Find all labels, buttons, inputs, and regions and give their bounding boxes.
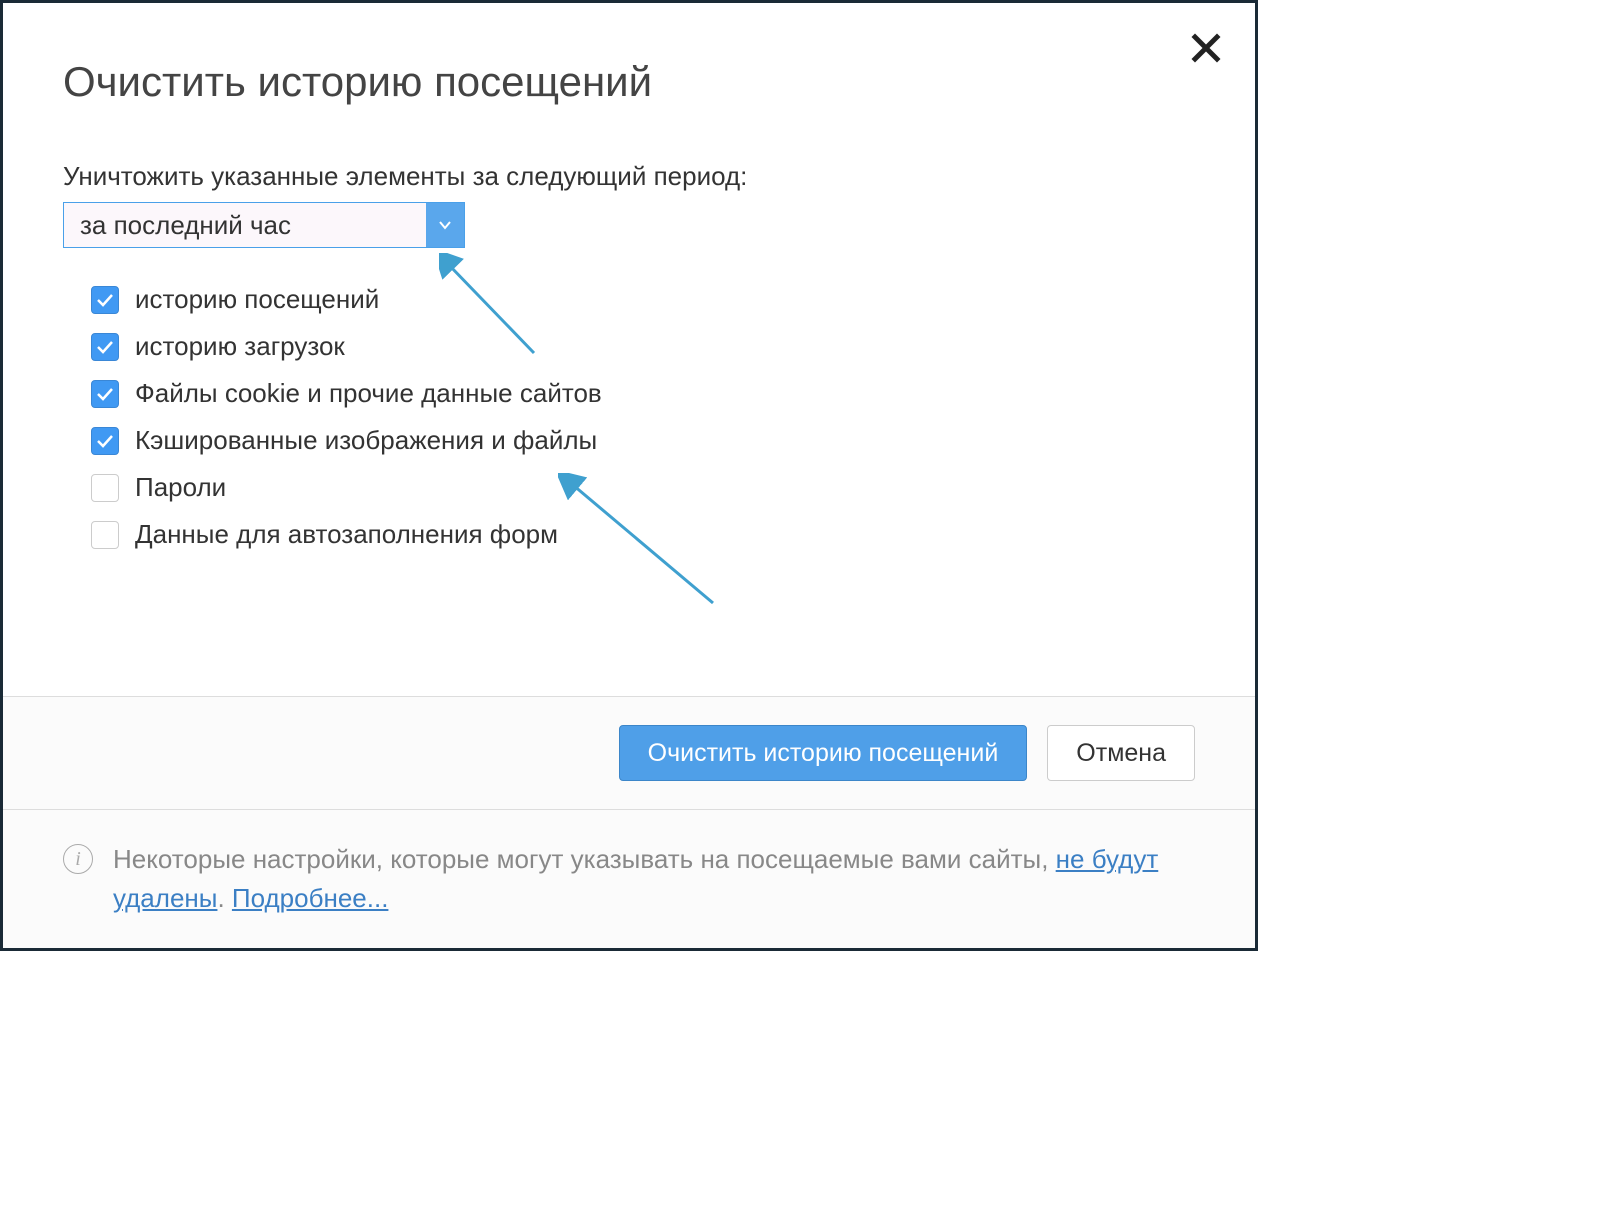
checkbox-autofill[interactable] [91, 521, 119, 549]
clear-history-dialog: Очистить историю посещений Уничтожить ук… [0, 0, 1258, 951]
check-icon [96, 434, 114, 448]
option-label: историю посещений [135, 284, 379, 315]
info-text-part: Некоторые настройки, которые могут указы… [113, 844, 1056, 874]
clear-history-button[interactable]: Очистить историю посещений [619, 725, 1028, 781]
checkbox-download-history[interactable] [91, 333, 119, 361]
option-label: Файлы cookie и прочие данные сайтов [135, 378, 602, 409]
option-label: Кэшированные изображения и файлы [135, 425, 597, 456]
close-icon [1189, 31, 1223, 65]
info-bar: i Некоторые настройки, которые могут ука… [3, 809, 1255, 948]
option-label: Пароли [135, 472, 226, 503]
cancel-button[interactable]: Отмена [1047, 725, 1195, 781]
option-browsing-history: историю посещений [91, 284, 1195, 315]
check-icon [96, 340, 114, 354]
dialog-footer: Очистить историю посещений Отмена i Неко… [3, 696, 1255, 948]
time-range-value: за последний час [64, 210, 426, 241]
check-icon [96, 293, 114, 307]
dialog-content: Уничтожить указанные элементы за следующ… [3, 116, 1255, 576]
period-label: Уничтожить указанные элементы за следующ… [63, 161, 1195, 192]
close-button[interactable] [1189, 31, 1223, 65]
option-cookies: Файлы cookie и прочие данные сайтов [91, 378, 1195, 409]
checkbox-cookies[interactable] [91, 380, 119, 408]
chevron-down-icon [438, 220, 452, 230]
info-icon: i [63, 844, 93, 874]
option-label: историю загрузок [135, 331, 345, 362]
button-bar: Очистить историю посещений Отмена [3, 696, 1255, 809]
option-cached-images: Кэшированные изображения и файлы [91, 425, 1195, 456]
dropdown-button [426, 203, 464, 247]
option-label: Данные для автозаполнения форм [135, 519, 558, 550]
options-list: историю посещений историю загрузок Файлы… [63, 284, 1195, 550]
info-text-sep: . [217, 883, 231, 913]
checkbox-cached-images[interactable] [91, 427, 119, 455]
checkbox-browsing-history[interactable] [91, 286, 119, 314]
check-icon [96, 387, 114, 401]
option-passwords: Пароли [91, 472, 1195, 503]
info-text: Некоторые настройки, которые могут указы… [113, 840, 1195, 918]
option-download-history: историю загрузок [91, 331, 1195, 362]
option-autofill: Данные для автозаполнения форм [91, 519, 1195, 550]
dialog-title: Очистить историю посещений [3, 3, 1255, 116]
checkbox-passwords[interactable] [91, 474, 119, 502]
time-range-select[interactable]: за последний час [63, 202, 465, 248]
learn-more-link[interactable]: Подробнее... [232, 883, 389, 913]
